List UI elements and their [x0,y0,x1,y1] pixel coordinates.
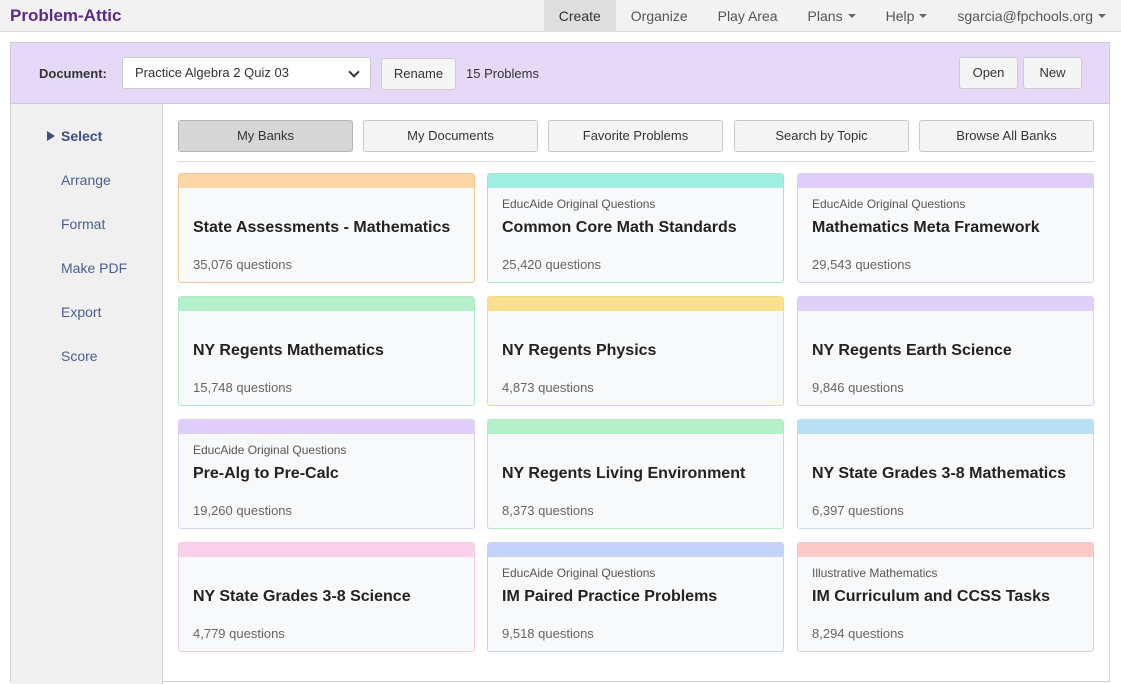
nav-account-label: sgarcia@fpchools.org [957,8,1093,24]
bank-question-count: 9,846 questions [812,380,904,395]
nav-account[interactable]: sgarcia@fpchools.org [942,0,1121,32]
bank-question-count: 35,076 questions [193,257,293,272]
bank-title: NY Regents Living Environment [502,465,746,482]
new-button[interactable]: New [1023,57,1082,89]
card-stripe [179,420,474,434]
bank-question-count: 9,518 questions [502,626,594,641]
bank-title: State Assessments - Mathematics [193,219,451,236]
card-stripe [488,543,783,557]
tab-my-banks[interactable]: My Banks [178,120,353,152]
nav-plans-label: Plans [807,8,843,24]
top-nav-bar: Problem-Attic Create Organize Play Area … [0,0,1121,32]
tab-my-documents[interactable]: My Documents [363,120,538,152]
sidebar-item-label: Select [61,128,103,144]
bank-card[interactable]: EducAide Original Questions Mathematics M… [797,173,1094,283]
bank-question-count: 8,373 questions [502,503,594,518]
card-stripe [179,174,474,188]
card-stripe [179,297,474,311]
bank-publisher: EducAide Original Questions [502,197,656,211]
sidebar-item-arrange[interactable]: Arrange [61,172,111,188]
caret-down-icon [847,14,856,19]
chevron-down-icon [348,66,360,78]
nav-organize[interactable]: Organize [616,0,703,32]
tab-browse-all-banks[interactable]: Browse All Banks [919,120,1094,152]
bank-title: NY Regents Earth Science [812,342,1012,359]
bank-question-count: 6,397 questions [812,503,904,518]
tab-search-by-topic[interactable]: Search by Topic [734,120,909,152]
caret-down-icon [919,14,928,19]
nav-plans[interactable]: Plans [793,0,871,32]
bank-publisher: EducAide Original Questions [193,443,347,457]
bank-title: Pre-Alg to Pre-Calc [193,465,339,482]
main-nav: Create Organize Play Area Plans Help sga… [543,0,1121,32]
bank-question-count: 19,260 questions [193,503,293,518]
bank-card[interactable]: EducAide Original Questions Common Core M… [487,173,784,283]
bank-title: NY State Grades 3-8 Science [193,588,411,605]
card-stripe [179,543,474,557]
caret-down-icon [1098,14,1106,19]
card-stripe [488,297,783,311]
step-sidebar: Select Arrange Format Make PDF Export Sc… [11,104,163,684]
play-arrow-icon [47,131,55,142]
main-frame: Document: Practice Algebra 2 Quiz 03 Ren… [10,42,1110,684]
nav-play-area-label: Play Area [717,8,778,24]
problem-count: 15 Problems [466,66,539,81]
bank-title: IM Paired Practice Problems [502,588,718,605]
tab-favorite-problems[interactable]: Favorite Problems [548,120,723,152]
nav-help-label: Help [885,8,915,24]
divider [178,161,1094,162]
document-select-value: Practice Algebra 2 Quiz 03 [135,65,289,80]
bank-card[interactable]: NY State Grades 3-8 Mathematics 6,397 que… [797,419,1094,529]
bank-card[interactable]: Illustrative Mathematics IM Curriculum an… [797,542,1094,652]
bank-card[interactable]: NY Regents Physics 4,873 questions [487,296,784,406]
bank-title: NY State Grades 3-8 Mathematics [812,465,1067,482]
nav-help[interactable]: Help [871,0,943,32]
app-logo[interactable]: Problem-Attic [10,6,121,26]
card-stripe [798,174,1093,188]
bank-title: Mathematics Meta Framework [812,219,1040,236]
bank-question-count: 15,748 questions [193,380,293,395]
bank-card[interactable]: State Assessments - Mathematics 35,076 qu… [178,173,475,283]
bank-card[interactable]: EducAide Original Questions IM Paired Pra… [487,542,784,652]
card-stripe [488,174,783,188]
card-stripe [798,297,1093,311]
bank-title: Common Core Math Standards [502,219,737,236]
nav-organize-label: Organize [630,8,688,24]
card-stripe [798,420,1093,434]
nav-play-area[interactable]: Play Area [703,0,793,32]
bank-publisher: EducAide Original Questions [812,197,966,211]
bank-question-count: 8,294 questions [812,626,904,641]
sidebar-item-export[interactable]: Export [61,304,101,320]
nav-create[interactable]: Create [543,0,616,32]
document-bar: Document: Practice Algebra 2 Quiz 03 Ren… [11,43,1109,104]
sidebar-item-format[interactable]: Format [61,216,105,232]
bank-question-count: 4,873 questions [502,380,594,395]
bank-card[interactable]: EducAide Original Questions Pre-Alg to Pr… [178,419,475,529]
card-stripe [488,420,783,434]
bank-card[interactable]: NY Regents Earth Science 9,846 questions [797,296,1094,406]
document-select[interactable]: Practice Algebra 2 Quiz 03 [122,57,371,89]
open-button[interactable]: Open [959,57,1018,89]
bank-card[interactable]: NY Regents Living Environment 8,373 quest… [487,419,784,529]
bank-title: NY Regents Mathematics [193,342,384,359]
bank-publisher: EducAide Original Questions [502,566,656,580]
bank-title: IM Curriculum and CCSS Tasks [812,588,1050,605]
sidebar-item-score[interactable]: Score [61,348,98,364]
bank-card[interactable]: NY Regents Mathematics 15,748 questions [178,296,475,406]
sidebar-item-make-pdf[interactable]: Make PDF [61,260,127,276]
document-label: Document: [39,66,107,81]
bank-question-count: 29,543 questions [812,257,912,272]
bank-question-count: 4,779 questions [193,626,285,641]
bank-title: NY Regents Physics [502,342,657,359]
card-stripe [798,543,1093,557]
sidebar-item-select[interactable]: Select [47,128,102,144]
bank-card[interactable]: NY State Grades 3-8 Science 4,779 questio… [178,542,475,652]
nav-create-label: Create [558,8,601,24]
rename-button[interactable]: Rename [381,58,456,90]
bank-publisher: Illustrative Mathematics [812,566,938,580]
bank-question-count: 25,420 questions [502,257,602,272]
